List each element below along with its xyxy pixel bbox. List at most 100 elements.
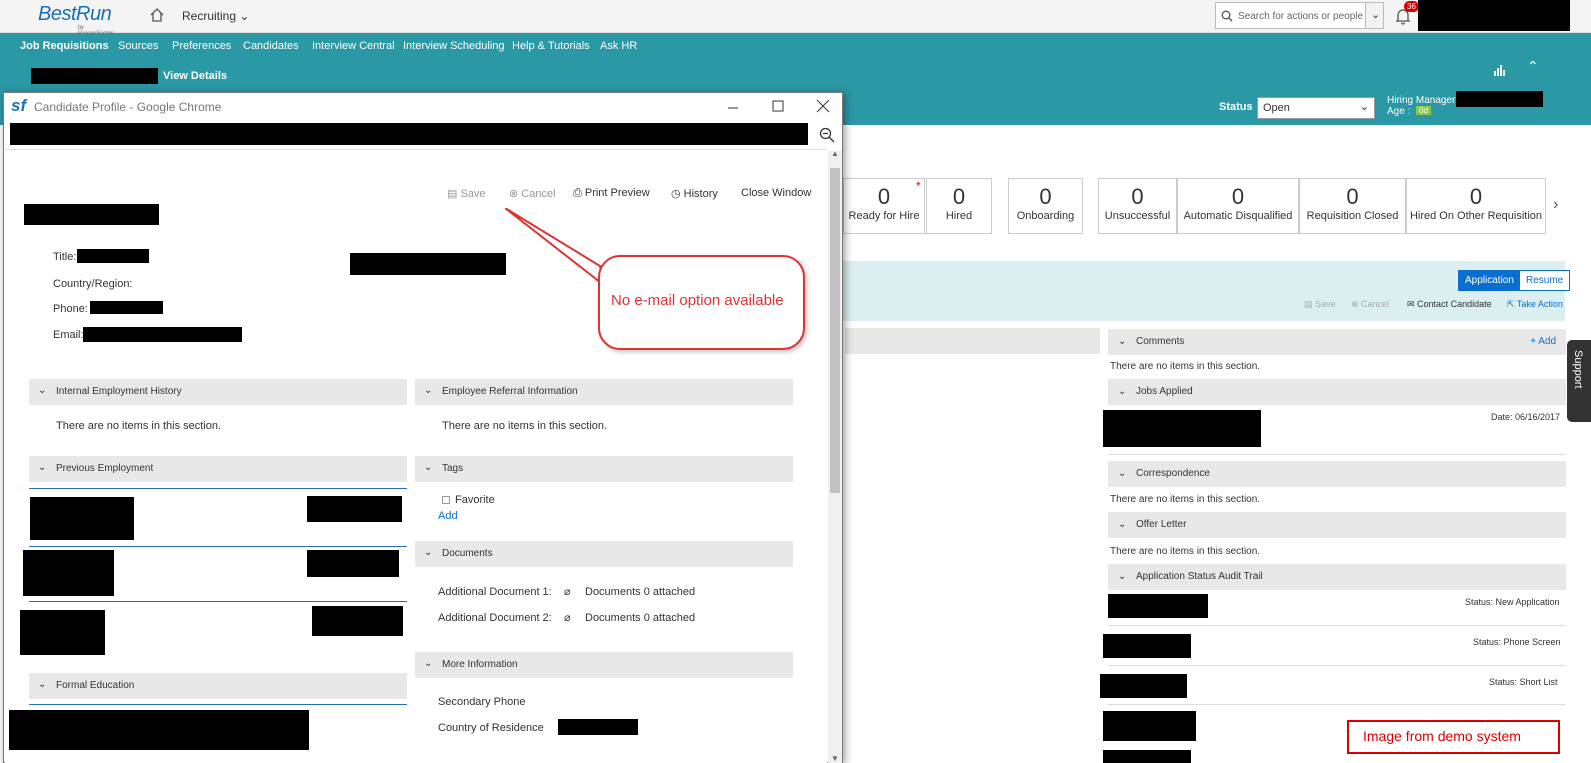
divider — [29, 704, 407, 705]
secondary-phone-label: Secondary Phone — [438, 696, 526, 708]
audit-trail-header[interactable]: ⌄ Application Status Audit Trail — [1108, 564, 1566, 590]
chevron-down-icon: ⌄ — [239, 9, 250, 23]
take-action-button[interactable]: ⇱ Take Action — [1507, 299, 1563, 310]
redacted-address-bar[interactable] — [10, 123, 808, 145]
chevron-down-icon: ⌄ — [1359, 101, 1369, 113]
close-icon[interactable] — [814, 97, 832, 115]
nav-interview-scheduling[interactable]: Interview Scheduling — [403, 40, 505, 52]
scrollbar-thumb[interactable] — [830, 168, 840, 493]
stage-automatic-disqualified[interactable]: 0 Automatic Disqualified — [1177, 178, 1299, 234]
previous-employment-header[interactable]: ⌄ Previous Employment — [29, 456, 407, 482]
comments-header[interactable]: ⌄ Comments + Add — [1108, 329, 1566, 355]
status-select[interactable]: Open ⌄ — [1257, 97, 1375, 119]
chevron-down-icon: ⌄ — [424, 658, 433, 669]
tags-header[interactable]: ⌄ Tags — [415, 456, 793, 482]
redacted-title — [77, 249, 149, 263]
divider — [1108, 625, 1566, 626]
offer-letter-header[interactable]: ⌄ Offer Letter — [1108, 512, 1566, 538]
tab-resume[interactable]: Resume — [1519, 270, 1571, 291]
redacted-employer — [20, 610, 105, 655]
module-switcher[interactable]: Recruiting ⌄ — [182, 9, 249, 23]
more-information-header[interactable]: ⌄ More Information — [415, 652, 793, 678]
nav-preferences[interactable]: Preferences — [172, 40, 231, 52]
support-tab[interactable]: Support — [1567, 340, 1591, 422]
redacted-requisition-title — [31, 68, 158, 84]
scroll-up-icon[interactable]: ▲ — [831, 149, 839, 158]
correspondence-header[interactable]: ⌄ Correspondence — [1108, 461, 1566, 487]
add-comment-link[interactable]: + Add — [1530, 336, 1556, 347]
nav-sources[interactable]: Sources — [118, 40, 158, 52]
profile-save-button[interactable]: ▤ Save — [447, 187, 486, 200]
comments-empty-text: There are no items in this section. — [1110, 361, 1261, 372]
redacted-audit-entry — [1103, 711, 1196, 741]
maximize-icon[interactable] — [769, 97, 787, 115]
nav-candidates[interactable]: Candidates — [243, 40, 299, 52]
redacted-audit-entry — [1103, 634, 1191, 658]
profile-cancel-button[interactable]: ⊗ Cancel — [509, 187, 556, 200]
home-icon[interactable] — [150, 8, 164, 22]
search-input[interactable]: Search for actions or people — [1215, 2, 1373, 29]
nav-help-tutorials[interactable]: Help & Tutorials — [512, 40, 590, 52]
app-save-button[interactable]: ▤ Save — [1304, 299, 1336, 310]
demo-note-text: Image from demo system — [1363, 728, 1521, 744]
app-cancel-button[interactable]: ⊗ Cancel — [1351, 299, 1389, 310]
history-button[interactable]: ◷ History — [671, 187, 718, 200]
redacted-employer — [30, 497, 134, 540]
view-details-link[interactable]: View Details — [163, 70, 227, 82]
stage-onboarding[interactable]: 0 Onboarding — [1008, 178, 1083, 234]
chevron-down-icon: ⌄ — [38, 462, 47, 473]
print-preview-button[interactable]: ⎙ Print Preview — [573, 187, 650, 200]
divider — [1108, 665, 1566, 666]
nav-job-requisitions[interactable]: Job Requisitions — [20, 40, 109, 52]
company-logo[interactable]: BestRunby SuccessFactors — [38, 3, 114, 37]
country-of-residence-label: Country of Residence — [438, 722, 544, 734]
divider — [29, 488, 407, 489]
redacted-job — [1103, 410, 1261, 447]
notification-count-badge: 36 — [1404, 1, 1419, 12]
contact-candidate-button[interactable]: ✉ Contact Candidate — [1407, 299, 1492, 310]
chevron-down-icon: ⌄ — [424, 547, 433, 558]
redacted-education — [9, 710, 309, 750]
nav-ask-hr[interactable]: Ask HR — [600, 40, 637, 52]
search-icon — [1221, 10, 1233, 22]
employee-referral-header[interactable]: ⌄ Employee Referral Information — [415, 379, 793, 405]
window-titlebar: sf Candidate Profile - Google Chrome — [4, 93, 842, 121]
favorite-checkbox[interactable] — [442, 496, 450, 504]
formal-education-header[interactable]: ⌄ Formal Education — [29, 673, 407, 699]
stage-ready-for-hire[interactable]: 0 Ready for Hire * — [843, 178, 925, 234]
bar-chart-icon[interactable] — [1493, 63, 1507, 77]
paperclip-icon: ⌀ — [564, 586, 571, 598]
documents-header[interactable]: ⌄ Documents — [415, 541, 793, 567]
internal-employment-header[interactable]: ⌄ Internal Employment History — [29, 379, 407, 405]
close-window-button[interactable]: Close Window — [741, 187, 811, 199]
redacted-employer — [23, 550, 114, 596]
tab-application[interactable]: Application — [1458, 270, 1521, 291]
divider — [29, 601, 407, 602]
chevron-right-icon[interactable]: › — [1553, 196, 1558, 214]
stage-hired-on-other-requisition[interactable]: 0 Hired On Other Requisition — [1406, 178, 1546, 234]
scroll-down-icon[interactable]: ▼ — [831, 754, 839, 763]
stage-requisition-closed[interactable]: 0 Requisition Closed — [1299, 178, 1406, 234]
stage-hired[interactable]: 0 Hired — [926, 178, 992, 234]
redacted-user-name[interactable] — [1418, 0, 1570, 31]
search-dropdown-button[interactable]: ⌄ — [1365, 2, 1384, 29]
add-tag-link[interactable]: Add — [438, 510, 458, 522]
minimize-icon[interactable] — [724, 97, 742, 115]
chevron-down-icon: ⌄ — [1118, 571, 1127, 582]
nav-interview-central[interactable]: Interview Central — [312, 40, 395, 52]
stage-unsuccessful[interactable]: 0 Unsuccessful — [1098, 178, 1177, 234]
chevron-down-icon: ⌄ — [1371, 9, 1381, 21]
redacted-photo — [350, 253, 506, 275]
favorite-label: Favorite — [455, 494, 495, 506]
jobs-applied-header[interactable]: ⌄ Jobs Applied — [1108, 379, 1566, 405]
country-label: Country/Region: — [53, 278, 133, 290]
jobs-applied-date: Date: 06/16/2017 — [1491, 412, 1561, 422]
collapse-up-icon[interactable]: ⌃ — [1527, 58, 1539, 75]
email-label: Email: — [53, 329, 84, 341]
audit-status: Status: New Application — [1465, 597, 1560, 607]
zoom-icon[interactable] — [819, 127, 835, 143]
documents-attached-2[interactable]: Documents 0 attached — [585, 612, 695, 624]
callout-text: No e-mail option available — [611, 292, 784, 309]
window-title: Candidate Profile - Google Chrome — [34, 100, 222, 114]
documents-attached-1[interactable]: Documents 0 attached — [585, 586, 695, 598]
